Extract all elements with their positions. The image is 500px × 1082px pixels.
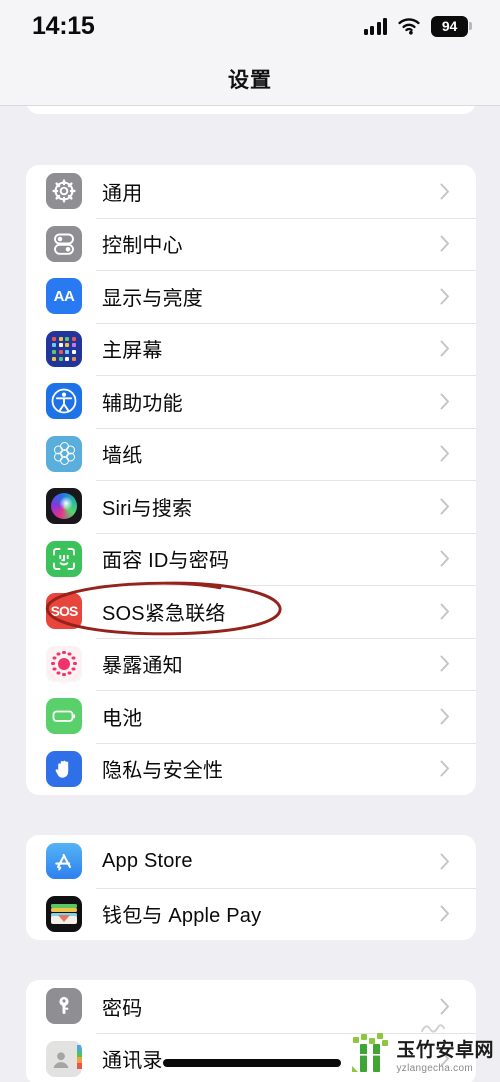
chevron-right-icon xyxy=(440,905,450,922)
contacts-icon xyxy=(46,1040,82,1077)
chevron-right-icon xyxy=(440,853,450,870)
settings-scroll-view[interactable]: 通用 控制中心 AA 显示与亮度 主屏幕 辅助功能 墙纸 Siri与搜索 面容 … xyxy=(0,0,500,1082)
navigation-bar: 设置 xyxy=(0,52,500,106)
watermark-text: 玉竹安卓网 yzlangecha.com xyxy=(396,1035,494,1074)
exposure-ring-glyph xyxy=(50,650,78,678)
wallpaper-icon xyxy=(46,435,82,472)
battery-percent-label: 94 xyxy=(441,18,458,34)
card-stack-glyph xyxy=(51,903,77,924)
chevron-right-icon xyxy=(440,340,450,357)
watermark: 玉竹安卓网 yzlangecha.com xyxy=(350,1032,494,1074)
status-bar-time: 14:15 xyxy=(32,11,95,40)
chevron-right-icon xyxy=(440,708,450,725)
settings-group-store: App Store 钱包与 Apple Pay xyxy=(26,835,476,940)
privacy-hand-icon xyxy=(46,750,82,787)
sidebar-item-accessibility[interactable]: 辅助功能 xyxy=(26,375,476,428)
app-grid-dots xyxy=(52,336,76,361)
sidebar-item-label: 通讯录 xyxy=(102,1050,163,1073)
sidebar-item-display-brightness[interactable]: AA 显示与亮度 xyxy=(26,270,476,323)
face-id-icon xyxy=(46,540,82,577)
signal-bars-icon xyxy=(363,17,387,35)
sidebar-item-label: 辅助功能 xyxy=(102,392,183,415)
display-brightness-icon: AA xyxy=(46,278,82,315)
sos-icon: SOS xyxy=(46,593,82,630)
sidebar-item-home-screen[interactable]: 主屏幕 xyxy=(26,322,476,376)
contacts-color-tabs xyxy=(77,1044,82,1069)
home-indicator xyxy=(163,1059,341,1067)
sidebar-item-label: 电池 xyxy=(102,707,143,730)
sidebar-item-wallpaper[interactable]: 墙纸 xyxy=(26,427,476,481)
sidebar-item-label: 面容 ID与密码 xyxy=(102,550,230,573)
control-center-icon xyxy=(46,225,82,262)
status-bar-indicators: 94 xyxy=(363,15,472,37)
sidebar-item-siri-search[interactable]: Siri与搜索 xyxy=(26,480,476,533)
exposure-notification-icon xyxy=(46,645,82,682)
wallet-icon xyxy=(46,895,82,932)
sidebar-item-label: 控制中心 xyxy=(102,235,183,258)
chevron-right-icon xyxy=(440,445,450,462)
sidebar-item-privacy-security[interactable]: 隐私与安全性 xyxy=(26,742,476,796)
siri-orb-glyph xyxy=(51,493,77,520)
chevron-right-icon xyxy=(440,288,450,305)
chevron-right-icon xyxy=(440,550,450,567)
accessibility-icon xyxy=(46,383,82,420)
gear-icon xyxy=(46,173,82,210)
aa-glyph: AA xyxy=(53,287,75,305)
sidebar-item-label: 暴露通知 xyxy=(102,655,183,678)
sidebar-item-label: Siri与搜索 xyxy=(102,497,193,520)
sidebar-item-battery[interactable]: 电池 xyxy=(26,690,476,743)
wifi-icon xyxy=(398,17,420,35)
app-store-icon xyxy=(46,843,82,880)
sidebar-item-label: 显示与亮度 xyxy=(102,287,203,310)
siri-icon xyxy=(46,488,82,525)
sidebar-item-wallet-apple-pay[interactable]: 钱包与 Apple Pay xyxy=(26,887,476,941)
chevron-right-icon xyxy=(440,498,450,515)
iphone-settings-screen: 通用 控制中心 AA 显示与亮度 主屏幕 辅助功能 墙纸 Siri与搜索 面容 … xyxy=(0,0,500,1082)
chevron-right-icon xyxy=(440,998,450,1015)
status-bar: 14:15 94 xyxy=(0,0,500,52)
sidebar-item-label: 墙纸 xyxy=(102,445,143,468)
settings-group-system: 通用 控制中心 AA 显示与亮度 主屏幕 辅助功能 墙纸 Siri与搜索 面容 … xyxy=(26,165,476,795)
battery-icon: 94 xyxy=(431,15,472,37)
bamboo-logo-icon xyxy=(352,1033,389,1072)
chevron-right-icon xyxy=(440,655,450,672)
chevron-right-icon xyxy=(440,603,450,620)
battery-settings-icon xyxy=(46,698,82,735)
sidebar-item-label: 密码 xyxy=(102,997,143,1020)
flower-glyph xyxy=(52,442,76,466)
chevron-right-icon xyxy=(440,393,450,410)
sidebar-item-label: 通用 xyxy=(102,182,143,205)
chevron-right-icon xyxy=(440,235,450,252)
sidebar-item-label: App Store xyxy=(102,849,193,872)
sidebar-item-face-id-passcode[interactable]: 面容 ID与密码 xyxy=(26,532,476,586)
sidebar-item-label: 主屏幕 xyxy=(102,340,163,363)
sos-glyph: SOS xyxy=(50,603,79,620)
chevron-right-icon xyxy=(440,760,450,777)
watermark-title: 玉竹安卓网 xyxy=(396,1040,494,1061)
sidebar-item-emergency-sos[interactable]: SOS SOS紧急联络 xyxy=(26,585,476,638)
sidebar-item-exposure-notifications[interactable]: 暴露通知 xyxy=(26,637,476,691)
sidebar-item-general[interactable]: 通用 xyxy=(26,165,476,218)
watermark-url: yzlangecha.com xyxy=(396,1063,473,1074)
sidebar-item-passwords[interactable]: 密码 xyxy=(26,980,476,1033)
home-screen-icon xyxy=(46,330,82,367)
page-title: 设置 xyxy=(228,68,272,92)
chevron-right-icon xyxy=(440,183,450,200)
passwords-key-icon xyxy=(46,988,82,1025)
sidebar-item-label: SOS紧急联络 xyxy=(102,602,226,625)
sidebar-item-control-center[interactable]: 控制中心 xyxy=(26,217,476,271)
sidebar-item-app-store[interactable]: App Store xyxy=(26,835,476,888)
sidebar-item-label: 隐私与安全性 xyxy=(102,760,224,783)
sidebar-item-label: 钱包与 Apple Pay xyxy=(102,905,262,928)
